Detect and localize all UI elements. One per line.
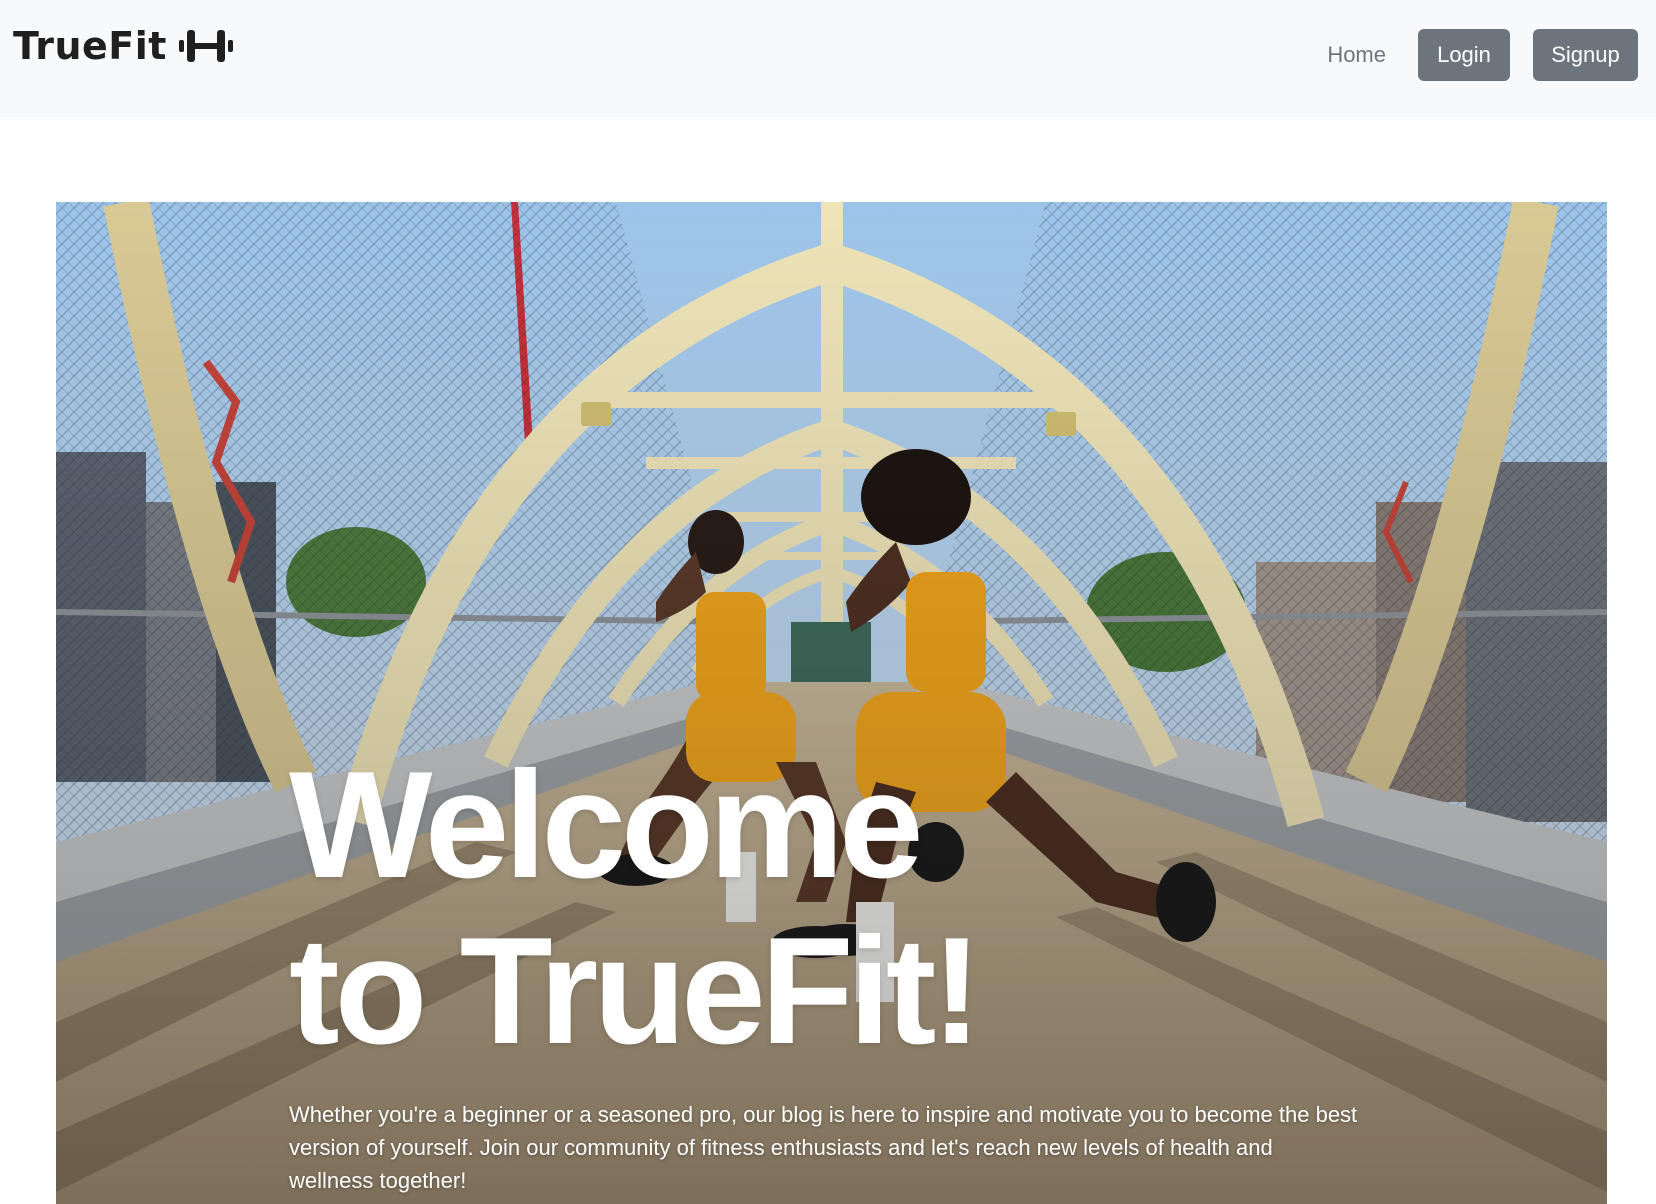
hero-content: Welcome to TrueFit! Whether you're a beg…: [289, 742, 1419, 1197]
brand-name: TrueFit: [13, 24, 167, 68]
hero-title: Welcome to TrueFit!: [289, 740, 982, 1076]
hero-banner: Welcome to TrueFit! Whether you're a beg…: [56, 202, 1607, 1204]
nav-home-link[interactable]: Home: [1327, 44, 1386, 66]
brand-logo-link[interactable]: TrueFit: [13, 26, 235, 66]
nav-actions: Home Login Signup: [1327, 29, 1638, 81]
navbar: TrueFit Home Login Signup: [0, 0, 1656, 117]
dumbbell-icon: [178, 30, 233, 62]
hero-subtitle: Whether you're a beginner or a seasoned …: [289, 1102, 1358, 1193]
login-button[interactable]: Login: [1418, 29, 1510, 81]
signup-button[interactable]: Signup: [1533, 29, 1638, 81]
